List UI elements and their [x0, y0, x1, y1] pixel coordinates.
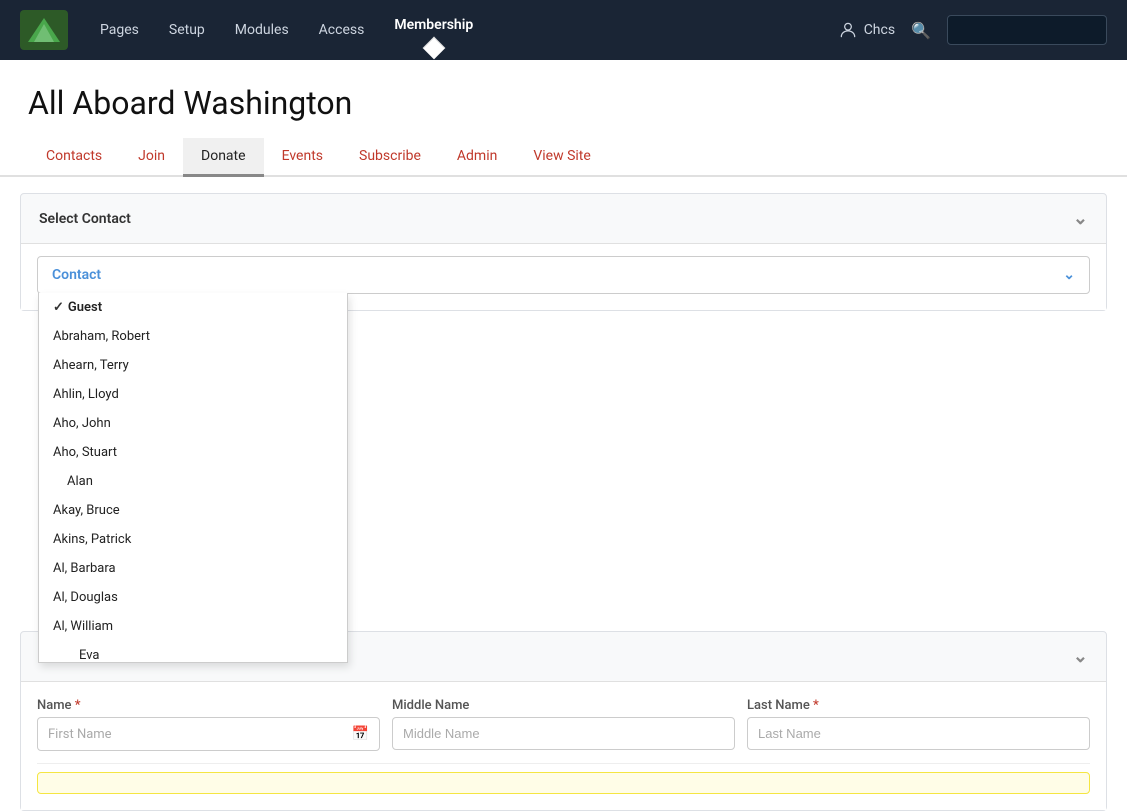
contact-chevron: ⌄ — [1063, 267, 1075, 283]
dropdown-item-5[interactable]: Aho, Stuart — [39, 438, 347, 467]
tab-donate[interactable]: Donate — [183, 138, 264, 177]
check-icon: ✓ — [53, 300, 64, 315]
select-contact-chevron: ⌄ — [1073, 208, 1088, 229]
user-icon — [838, 20, 858, 40]
tab-subscribe[interactable]: Subscribe — [341, 138, 439, 177]
dropdown-item-4[interactable]: Aho, John — [39, 409, 347, 438]
tab-events[interactable]: Events — [264, 138, 341, 177]
dropdown-item-9[interactable]: Al, Barbara — [39, 554, 347, 583]
nav-modules[interactable]: Modules — [223, 14, 301, 46]
dropdown-item-3[interactable]: Ahlin, Lloyd — [39, 380, 347, 409]
select-contact-header[interactable]: Select Contact ⌄ — [21, 194, 1106, 243]
dropdown-item-1[interactable]: Abraham, Robert — [39, 322, 347, 351]
basic-info-body: Name * First Name 📅 Middle Name — [21, 681, 1106, 810]
app-logo[interactable] — [20, 10, 68, 50]
topnav: Pages Setup Modules Access Membership Ch… — [0, 0, 1127, 60]
contact-select-label: Contact — [52, 267, 101, 283]
first-name-placeholder: First Name — [48, 727, 112, 742]
first-name-input-trigger[interactable]: First Name 📅 — [38, 718, 379, 750]
middle-name-field: Middle Name — [392, 698, 735, 751]
tab-contacts[interactable]: Contacts — [28, 138, 120, 177]
topnav-right: Chcs 🔍 — [838, 15, 1107, 45]
contact-dropdown[interactable]: ✓Guest Abraham, Robert Ahearn, Terry Ahl… — [38, 293, 348, 663]
calendar-icon: 📅 — [352, 726, 369, 742]
first-name-field: Name * First Name 📅 — [37, 698, 380, 751]
select-contact-panel: Select Contact ⌄ Contact ⌄ ✓Guest Abraha… — [20, 193, 1107, 311]
nav-setup[interactable]: Setup — [157, 14, 217, 46]
nav-pages[interactable]: Pages — [88, 14, 151, 46]
page-title-area: All Aboard Washington — [0, 60, 1127, 138]
tab-join[interactable]: Join — [120, 138, 183, 177]
contact-body: Contact ⌄ ✓Guest Abraham, Robert Ahearn,… — [21, 243, 1106, 310]
user-name: Chcs — [864, 22, 895, 38]
dropdown-item-10[interactable]: Al, Douglas — [39, 583, 347, 612]
dropdown-item-6[interactable]: Alan — [39, 467, 347, 496]
last-name-field: Last Name * — [747, 698, 1090, 751]
basic-info-chevron: ⌄ — [1073, 646, 1088, 667]
contact-select-wrapper: Contact ⌄ ✓Guest Abraham, Robert Ahearn,… — [37, 256, 1090, 294]
last-name-input[interactable] — [747, 717, 1090, 750]
yellow-highlight-row — [37, 772, 1090, 794]
dropdown-item-7[interactable]: Akay, Bruce — [39, 496, 347, 525]
form-name-row: Name * First Name 📅 Middle Name — [37, 698, 1090, 751]
select-contact-label: Select Contact — [39, 211, 131, 227]
tab-viewsite[interactable]: View Site — [515, 138, 608, 177]
page-title: All Aboard Washington — [28, 84, 1099, 122]
nav-access[interactable]: Access — [307, 14, 377, 46]
search-input[interactable] — [947, 15, 1107, 45]
search-icon-wrapper: 🔍 — [911, 21, 931, 40]
main-content: Select Contact ⌄ Contact ⌄ ✓Guest Abraha… — [0, 193, 1127, 811]
user-menu[interactable]: Chcs — [838, 20, 895, 40]
dropdown-item-8[interactable]: Akins, Patrick — [39, 525, 347, 554]
contact-select-trigger[interactable]: Contact ⌄ — [38, 257, 1089, 293]
dropdown-item-2[interactable]: Ahearn, Terry — [39, 351, 347, 380]
tab-admin[interactable]: Admin — [439, 138, 515, 177]
divider — [37, 763, 1090, 764]
dropdown-item-12[interactable]: Eva — [39, 641, 347, 663]
first-name-select-wrapper: First Name 📅 — [37, 717, 380, 751]
dropdown-item-guest[interactable]: ✓Guest — [39, 293, 347, 322]
dropdown-item-11[interactable]: Al, William — [39, 612, 347, 641]
subtabs: Contacts Join Donate Events Subscribe Ad… — [0, 138, 1127, 177]
topnav-links: Pages Setup Modules Access Membership — [88, 14, 838, 46]
middle-name-input[interactable] — [392, 717, 735, 750]
